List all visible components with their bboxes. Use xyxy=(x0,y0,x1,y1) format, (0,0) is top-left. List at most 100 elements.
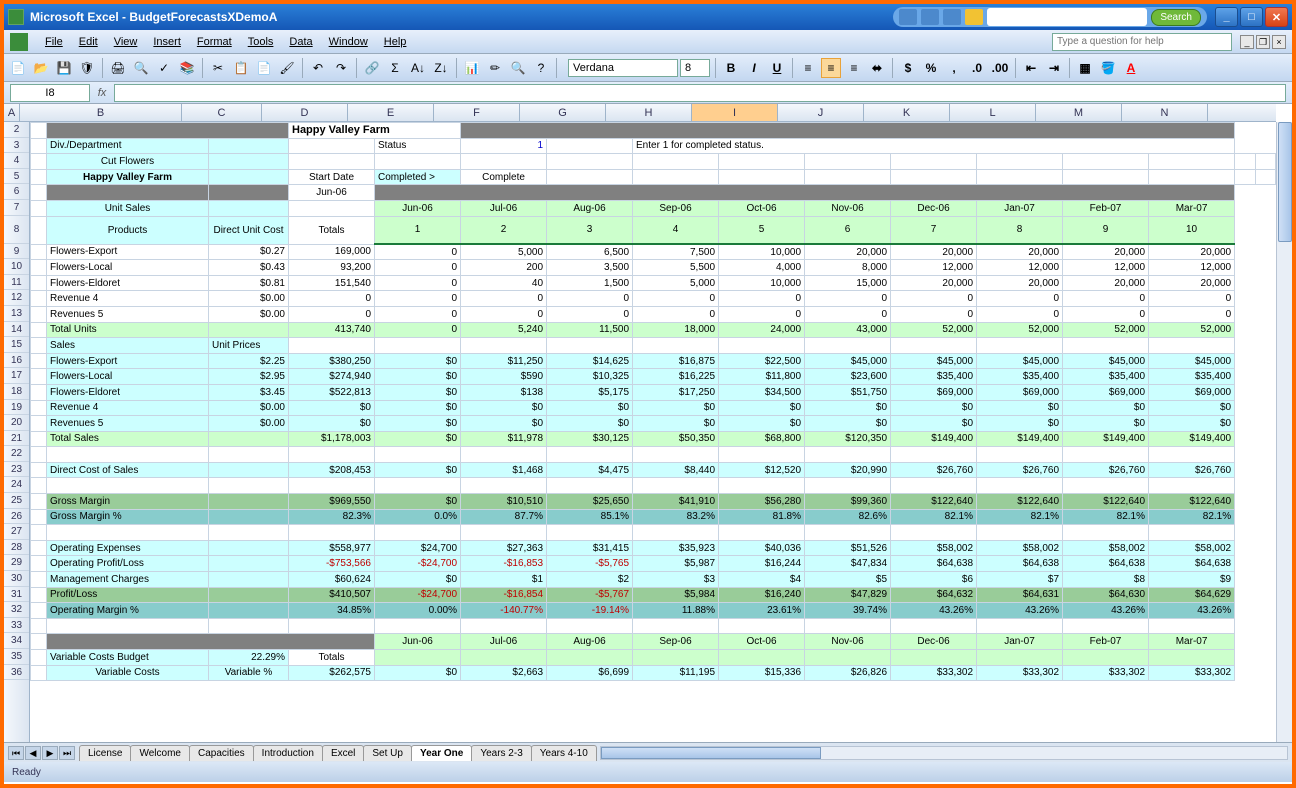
cell[interactable]: $64,638 xyxy=(977,556,1063,572)
cell[interactable]: 0 xyxy=(289,291,375,307)
cell[interactable]: -$24,700 xyxy=(375,587,461,603)
cell[interactable] xyxy=(31,244,47,260)
col-header[interactable]: L xyxy=(950,104,1036,121)
cell[interactable]: $69,000 xyxy=(891,384,977,400)
cell[interactable]: 0 xyxy=(633,291,719,307)
cell[interactable]: 169,000 xyxy=(289,244,375,260)
row-header[interactable]: 24 xyxy=(4,477,29,493)
cell[interactable]: $0 xyxy=(633,400,719,416)
cell[interactable]: 0 xyxy=(375,322,461,338)
cell[interactable] xyxy=(1063,478,1149,494)
sheet-tab[interactable]: Years 2-3 xyxy=(471,745,531,761)
cell[interactable] xyxy=(547,525,633,541)
align-center-icon[interactable]: ≡ xyxy=(821,58,841,78)
cell[interactable] xyxy=(633,525,719,541)
cell[interactable] xyxy=(891,154,977,170)
row-header[interactable]: 27 xyxy=(4,524,29,540)
cell[interactable]: $16,225 xyxy=(633,369,719,385)
fx-icon[interactable]: fx xyxy=(90,87,114,99)
cell[interactable] xyxy=(209,603,289,619)
cell[interactable]: $0 xyxy=(289,400,375,416)
cell[interactable] xyxy=(31,291,47,307)
cell[interactable] xyxy=(47,185,209,201)
cell[interactable]: 0 xyxy=(461,291,547,307)
cell[interactable]: $0 xyxy=(375,572,461,588)
sheet-tab[interactable]: Excel xyxy=(322,745,364,761)
cell[interactable] xyxy=(805,618,891,634)
cell[interactable]: 0.00% xyxy=(375,603,461,619)
cell[interactable]: $1,178,003 xyxy=(289,431,375,447)
cell[interactable] xyxy=(547,447,633,463)
cell[interactable] xyxy=(209,540,289,556)
cell[interactable]: $138 xyxy=(461,384,547,400)
cell[interactable] xyxy=(31,338,47,354)
vertical-scrollbar[interactable] xyxy=(1276,122,1292,742)
search-button[interactable]: Search xyxy=(1151,9,1201,26)
col-header[interactable]: N xyxy=(1122,104,1208,121)
cell[interactable]: 5,000 xyxy=(461,244,547,260)
cell[interactable]: 6 xyxy=(805,216,891,244)
cell[interactable]: 20,000 xyxy=(891,275,977,291)
cell[interactable]: Feb-07 xyxy=(1063,200,1149,216)
cell[interactable]: $558,977 xyxy=(289,540,375,556)
cell[interactable]: 23.61% xyxy=(719,603,805,619)
row-header[interactable]: 16 xyxy=(4,353,29,369)
cell[interactable] xyxy=(1149,478,1235,494)
cell[interactable]: $149,400 xyxy=(977,431,1063,447)
cell[interactable]: $64,629 xyxy=(1149,587,1235,603)
cell[interactable]: $122,640 xyxy=(1063,494,1149,510)
cell[interactable]: $11,800 xyxy=(719,369,805,385)
cell[interactable] xyxy=(31,540,47,556)
zoom-icon[interactable]: 🔍 xyxy=(508,58,528,78)
cell[interactable]: $60,624 xyxy=(289,572,375,588)
cell[interactable] xyxy=(209,556,289,572)
row-header[interactable]: 28 xyxy=(4,540,29,556)
cell[interactable] xyxy=(31,603,47,619)
cell[interactable]: $33,302 xyxy=(977,665,1063,681)
cell[interactable] xyxy=(633,169,719,185)
sheet-tab[interactable]: Years 4-10 xyxy=(531,745,597,761)
cell[interactable]: $0.27 xyxy=(209,244,289,260)
cell[interactable]: 0 xyxy=(289,306,375,322)
cell[interactable]: $0 xyxy=(805,400,891,416)
cell[interactable]: $0 xyxy=(375,431,461,447)
cell[interactable]: $969,550 xyxy=(289,494,375,510)
cell[interactable]: $262,575 xyxy=(289,665,375,681)
cell[interactable]: $26,760 xyxy=(1149,462,1235,478)
cell[interactable]: $35,400 xyxy=(1063,369,1149,385)
cell[interactable]: $0 xyxy=(719,416,805,432)
cell[interactable]: $0 xyxy=(375,400,461,416)
cell[interactable]: $4 xyxy=(719,572,805,588)
cell[interactable]: 0 xyxy=(461,306,547,322)
col-header[interactable]: B xyxy=(20,104,182,121)
sheet-tab[interactable]: License xyxy=(79,745,131,761)
cell[interactable]: $51,750 xyxy=(805,384,891,400)
cell[interactable]: 11.88% xyxy=(633,603,719,619)
cell[interactable]: 52,000 xyxy=(977,322,1063,338)
cell[interactable]: 8 xyxy=(977,216,1063,244)
comma-icon[interactable]: , xyxy=(944,58,964,78)
cell[interactable]: 81.8% xyxy=(719,509,805,525)
cell[interactable]: $0 xyxy=(375,384,461,400)
cell[interactable]: 0 xyxy=(375,275,461,291)
cell[interactable] xyxy=(461,478,547,494)
cell[interactable]: 20,000 xyxy=(891,244,977,260)
cell[interactable]: $120,350 xyxy=(805,431,891,447)
cell[interactable]: 20,000 xyxy=(977,244,1063,260)
cell[interactable]: $0 xyxy=(375,416,461,432)
cell[interactable]: $0 xyxy=(375,665,461,681)
cell[interactable]: $8 xyxy=(1063,572,1149,588)
menu-help[interactable]: Help xyxy=(377,33,414,51)
cell[interactable]: Oct-06 xyxy=(719,634,805,650)
cell[interactable]: 0 xyxy=(1149,306,1235,322)
cell[interactable]: $45,000 xyxy=(805,353,891,369)
merge-icon[interactable]: ⬌ xyxy=(867,58,887,78)
cell[interactable] xyxy=(31,138,47,154)
cell[interactable]: 3,500 xyxy=(547,260,633,276)
cell[interactable] xyxy=(31,400,47,416)
cell[interactable]: $45,000 xyxy=(977,353,1063,369)
row-header[interactable]: 7 xyxy=(4,200,29,216)
cell[interactable]: $0 xyxy=(461,400,547,416)
tab-prev-icon[interactable]: ◀ xyxy=(25,746,41,760)
formula-bar[interactable] xyxy=(114,84,1286,102)
